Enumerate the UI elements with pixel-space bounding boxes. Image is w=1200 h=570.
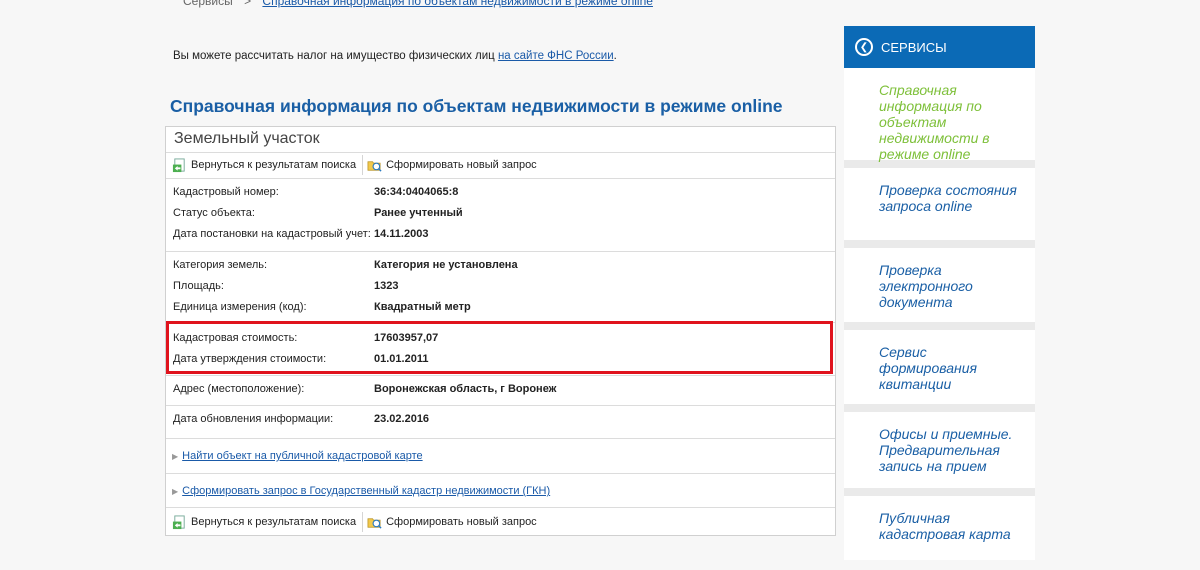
public-map-link[interactable]: Найти объект на публичной кадастровой ка… [182, 450, 422, 462]
gkn-request-link[interactable]: Сформировать запрос в Государственный ка… [182, 485, 550, 497]
divider [166, 251, 835, 252]
field-label: Статус объекта: [173, 207, 255, 219]
new-request-icon [367, 517, 382, 529]
breadcrumb-current[interactable]: Справочная информация по объектам недвиж… [262, 0, 653, 8]
back-page-icon [172, 157, 185, 172]
triangle-right-icon: ▶ [172, 486, 179, 496]
sidebar-item-label: Справочная информация по объектам недвиж… [879, 82, 990, 162]
back-to-results-button[interactable]: Вернуться к результатам поиска [172, 512, 364, 532]
sidebar-item-label: Проверка электронного документа [879, 262, 973, 310]
tax-intro-text: Вы можете рассчитать налог на имущество … [173, 50, 498, 62]
object-status-value: Ранее учтенный [374, 207, 463, 219]
new-request-label: Сформировать новый запрос [386, 159, 537, 171]
page-title: Справочная информация по объектам недвиж… [170, 96, 783, 116]
divider [166, 507, 835, 508]
sidebar-item-label: Проверка состояния запроса online [879, 182, 1017, 214]
field-label: Категория земель: [173, 259, 268, 271]
new-request-label: Сформировать новый запрос [386, 516, 537, 528]
field-label: Дата обновления информации: [173, 413, 334, 425]
services-header-label: СЕРВИСЫ [881, 39, 947, 55]
sidebar-item-label: Сервис формирования квитанции [879, 344, 977, 392]
divider [166, 152, 835, 153]
bottom-toolbar: Вернуться к результатам поиска Сформиров… [172, 512, 547, 532]
field-label: Дата постановки на кадастровый учет: [173, 228, 371, 240]
sidebar-item-doc-check[interactable]: Проверка электронного документа [844, 248, 1035, 330]
services-sidebar: ❮ СЕРВИСЫ Справочная информация по объек… [844, 26, 1035, 560]
breadcrumb-root[interactable]: Сервисы [183, 0, 233, 8]
new-request-button[interactable]: Сформировать новый запрос [367, 155, 543, 175]
card-title: Земельный участок [174, 130, 320, 147]
divider [166, 375, 835, 376]
top-toolbar: Вернуться к результатам поиска Сформиров… [172, 155, 547, 175]
update-date-value: 23.02.2016 [374, 413, 430, 425]
sidebar-item-label: Офисы и приемные. Предварительная запись… [879, 426, 1013, 474]
cadastral-number-value: 36:34:0404065:8 [374, 186, 459, 198]
back-to-results-button[interactable]: Вернуться к результатам поиска [172, 155, 364, 175]
field-label: Единица измерения (код): [173, 301, 307, 313]
new-request-icon [367, 160, 382, 172]
map-link-row: ▶ Найти объект на публичной кадастровой … [172, 450, 423, 462]
unit-value: Квадратный метр [374, 301, 471, 313]
sidebar-item-request-check[interactable]: Проверка состояния запроса online [844, 168, 1035, 248]
gkn-link-row: ▶ Сформировать запрос в Государственный … [172, 485, 550, 497]
breadcrumb: Сервисы > Справочная информация по объек… [183, 0, 653, 8]
registration-date-value: 14.11.2003 [374, 228, 429, 240]
field-label: Адрес (местоположение): [173, 383, 305, 395]
tax-intro: Вы можете рассчитать налог на имущество … [173, 50, 617, 62]
sidebar-item-online-info[interactable]: Справочная информация по объектам недвиж… [844, 68, 1035, 168]
back-page-icon [172, 514, 185, 529]
new-request-button[interactable]: Сформировать новый запрос [367, 512, 543, 532]
divider [166, 473, 835, 474]
sidebar-item-public-map[interactable]: Публичная кадастровая карта [844, 496, 1035, 570]
back-to-results-label: Вернуться к результатам поиска [191, 516, 357, 528]
divider [166, 178, 835, 179]
chevron-left-icon: ❮ [855, 38, 873, 56]
cost-highlight-frame [166, 321, 833, 374]
divider [166, 405, 835, 406]
triangle-right-icon: ▶ [172, 451, 179, 461]
field-label: Площадь: [173, 280, 224, 292]
sidebar-item-label: Публичная кадастровая карта [879, 510, 1011, 542]
sidebar-item-receipt[interactable]: Сервис формирования квитанции [844, 330, 1035, 412]
services-header[interactable]: ❮ СЕРВИСЫ [844, 26, 1035, 68]
area-value: 1323 [374, 280, 399, 292]
address-value: Воронежская область, г Воронеж [374, 383, 557, 395]
breadcrumb-separator: > [244, 0, 252, 8]
divider [166, 438, 835, 439]
back-to-results-label: Вернуться к результатам поиска [191, 159, 357, 171]
fns-link[interactable]: на сайте ФНС России [498, 50, 614, 62]
tax-intro-suffix: . [613, 50, 617, 62]
land-category-value: Категория не установлена [374, 259, 518, 271]
field-label: Кадастровый номер: [173, 186, 279, 198]
sidebar-item-offices[interactable]: Офисы и приемные. Предварительная запись… [844, 412, 1035, 496]
